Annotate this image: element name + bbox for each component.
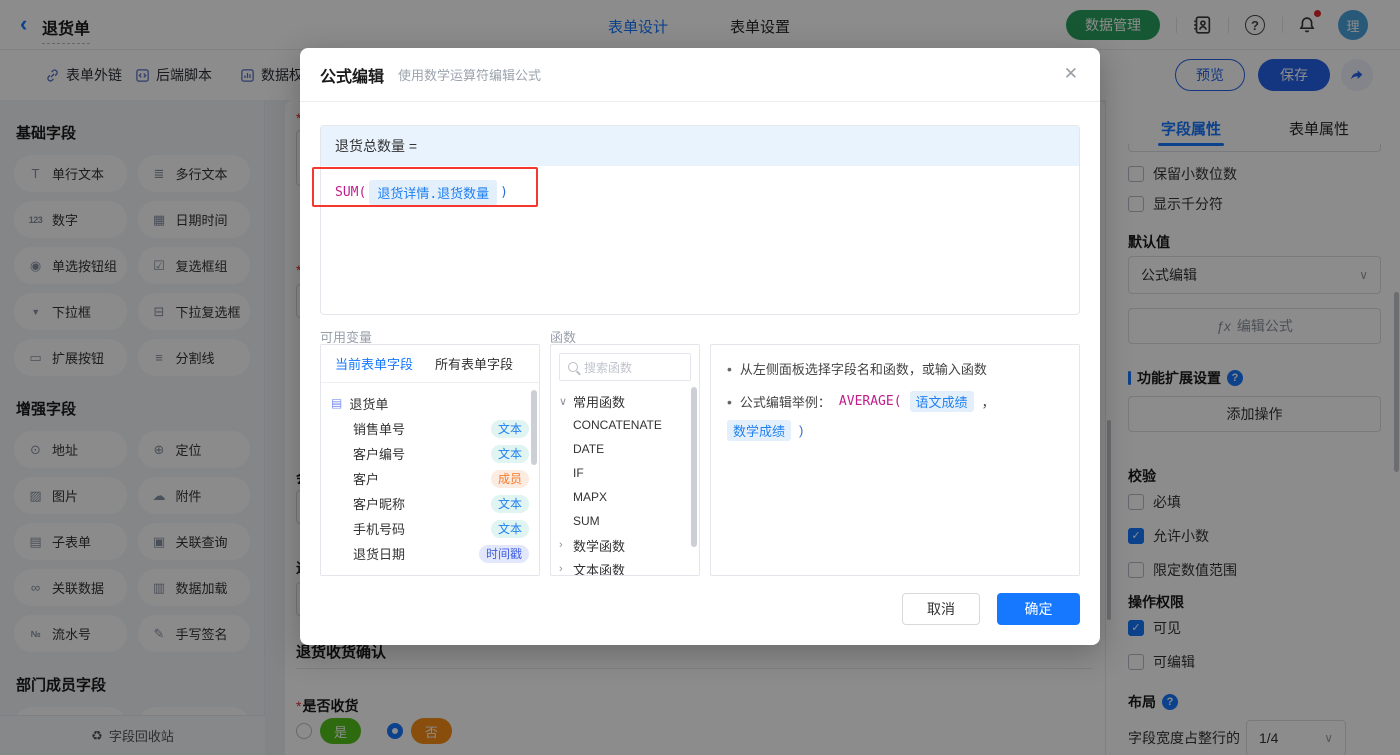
modal-subtitle: 使用数学运算符编辑公式: [398, 68, 542, 83]
app-window: ‹ 退货单 表单设计 表单设置 数据管理 ? 理 表单外链 后端脚本 数据权 预…: [0, 0, 1400, 755]
field-chip[interactable]: 退货详情.退货数量: [369, 180, 498, 205]
example-function-name: AVERAGE(: [838, 394, 902, 409]
field-type-tag: 文本: [490, 444, 529, 463]
chevron-collapsed-icon: ›: [559, 563, 563, 575]
chevron-expanded-icon: ∨: [559, 395, 568, 408]
variable-field-row[interactable]: 退货日期 时间戳: [331, 541, 529, 566]
search-placeholder: 搜索函数: [584, 360, 633, 375]
bullet-icon: •: [727, 393, 732, 410]
functions-panel: 搜索函数 ∨ 常用函数 CONCATENATE DATE IF MAPX SUM…: [550, 344, 700, 576]
bullet-icon: •: [727, 360, 732, 377]
variables-tree: ▤ 退货单 销售单号 文本 客户编号 文本 客户 成员 客户昵称 文本 手机号码…: [321, 383, 539, 573]
function-search-input[interactable]: 搜索函数: [559, 353, 691, 381]
formula-expression: SUM( 退货详情.退货数量 ): [321, 166, 1079, 219]
formula-editor[interactable]: 退货总数量 = SUM( 退货详情.退货数量 ): [320, 125, 1080, 315]
hint-panel: • 从左侧面板选择字段名和函数，或输入函数 • 公式编辑举例： AVERAGE(…: [710, 344, 1080, 576]
field-type-tag: 时间戳: [478, 544, 529, 563]
function-item[interactable]: DATE: [551, 437, 699, 461]
hint-line-1: • 从左侧面板选择字段名和函数，或输入函数: [727, 360, 987, 378]
close-paren: ): [500, 185, 508, 200]
function-group-math[interactable]: › 数学函数: [551, 533, 699, 557]
tree-root-item[interactable]: ▤ 退货单: [331, 390, 529, 416]
variable-field-row[interactable]: 客户 成员: [331, 466, 529, 491]
variables-scrollbar[interactable]: [531, 390, 537, 465]
variable-field-row[interactable]: 销售单号 文本: [331, 416, 529, 441]
variable-field-row[interactable]: 客户编号 文本: [331, 441, 529, 466]
variable-field-row[interactable]: 手机号码 文本: [331, 516, 529, 541]
modal-title: 公式编辑: [320, 68, 385, 86]
variables-tabs: 当前表单字段 所有表单字段: [321, 345, 539, 383]
function-group-common[interactable]: ∨ 常用函数: [551, 389, 699, 413]
field-type-tag: 文本: [490, 494, 529, 513]
confirm-button[interactable]: 确定: [997, 593, 1080, 625]
variables-panel: 当前表单字段 所有表单字段 ▤ 退货单 销售单号 文本 客户编号 文本 客户 成…: [320, 344, 540, 576]
cancel-button[interactable]: 取消: [902, 593, 980, 625]
example-close-paren: ): [799, 423, 804, 438]
modal-header: 公式编辑 使用数学运算符编辑公式 ✕: [300, 48, 1100, 102]
functions-scrollbar[interactable]: [691, 387, 697, 547]
hint-line-2: • 公式编辑举例： AVERAGE( 语文成绩 ， 数学成绩 ): [727, 391, 1063, 441]
field-type-tag: 文本: [490, 519, 529, 538]
formula-target: 退货总数量 =: [321, 126, 1079, 166]
formula-editor-modal: 公式编辑 使用数学运算符编辑公式 ✕ 退货总数量 = SUM( 退货详情.退货数…: [300, 48, 1100, 645]
field-type-tag: 成员: [490, 469, 529, 488]
document-icon: ▤: [331, 396, 343, 410]
variable-field-row[interactable]: 客户昵称 文本: [331, 491, 529, 516]
tab-current-form-fields[interactable]: 当前表单字段: [335, 354, 413, 373]
tab-all-form-fields[interactable]: 所有表单字段: [435, 354, 513, 373]
function-item[interactable]: CONCATENATE: [551, 413, 699, 437]
chevron-collapsed-icon: ›: [559, 539, 563, 551]
function-group-text[interactable]: › 文本函数: [551, 557, 699, 576]
search-icon: [568, 362, 578, 372]
example-chip-1: 语文成绩: [909, 391, 974, 412]
function-item[interactable]: SUM: [551, 509, 699, 533]
close-icon[interactable]: ✕: [1064, 65, 1078, 82]
function-item[interactable]: MAPX: [551, 485, 699, 509]
function-name: SUM(: [335, 185, 367, 200]
function-item[interactable]: IF: [551, 461, 699, 485]
field-type-tag: 文本: [490, 419, 529, 438]
example-chip-2: 数学成绩: [727, 420, 792, 441]
